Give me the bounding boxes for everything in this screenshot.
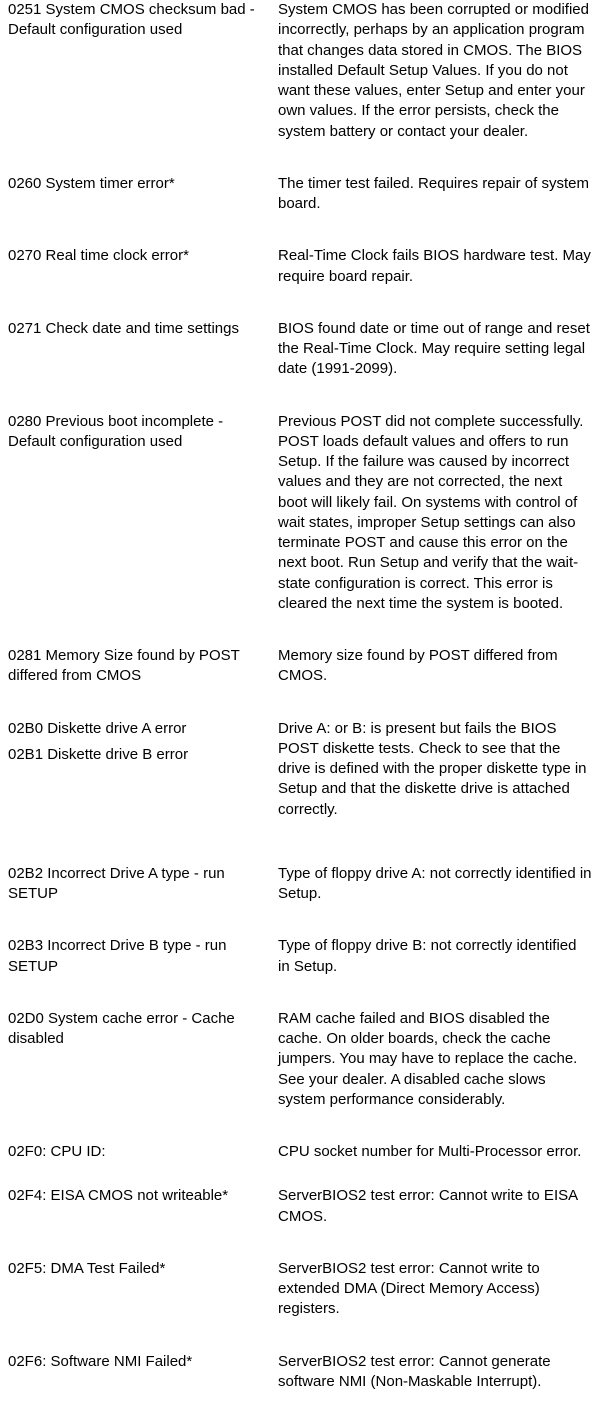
error-desc: RAM cache failed and BIOS disabled the c… bbox=[278, 1009, 592, 1110]
error-code: 02F6: Software NMI Failed* bbox=[8, 1352, 278, 1393]
error-desc: ServerBIOS2 test error: Cannot write to … bbox=[278, 1259, 592, 1320]
error-desc: Real-Time Clock fails BIOS hardware test… bbox=[278, 246, 592, 287]
error-row: 0281 Memory Size found by POST differed … bbox=[8, 646, 592, 687]
error-code: 0260 System timer error* bbox=[8, 174, 278, 215]
error-row: 02B3 Incorrect Drive B type - run SETUP … bbox=[8, 936, 592, 977]
error-code: 02F0: CPU ID: bbox=[8, 1142, 278, 1162]
error-desc: Memory size found by POST differed from … bbox=[278, 646, 592, 687]
error-code: 02D0 System cache error - Cache disabled bbox=[8, 1009, 278, 1110]
error-row: 02B2 Incorrect Drive A type - run SETUP … bbox=[8, 864, 592, 905]
error-code: 02B2 Incorrect Drive A type - run SETUP bbox=[8, 864, 278, 905]
error-row: 02F0: CPU ID: CPU socket number for Mult… bbox=[8, 1142, 592, 1162]
error-code: 0271 Check date and time settings bbox=[8, 319, 278, 380]
error-code: 02F5: DMA Test Failed* bbox=[8, 1259, 278, 1320]
error-desc: ServerBIOS2 test error: Cannot write to … bbox=[278, 1186, 592, 1227]
error-row: 02B0 Diskette drive A error 02B1 Diskett… bbox=[8, 719, 592, 820]
error-row: 0280 Previous boot incomplete - Default … bbox=[8, 412, 592, 615]
error-row: 0260 System timer error* The timer test … bbox=[8, 174, 592, 215]
error-code: 0281 Memory Size found by POST differed … bbox=[8, 646, 278, 687]
error-desc: The timer test failed. Requires repair o… bbox=[278, 174, 592, 215]
error-code: 02F4: EISA CMOS not writeable* bbox=[8, 1186, 278, 1227]
error-code: 02B3 Incorrect Drive B type - run SETUP bbox=[8, 936, 278, 977]
error-code: 02B0 Diskette drive A error bbox=[8, 719, 266, 739]
error-desc: Drive A: or B: is present but fails the … bbox=[278, 719, 592, 820]
error-code: 02B1 Diskette drive B error bbox=[8, 745, 266, 765]
error-code: 0270 Real time clock error* bbox=[8, 246, 278, 287]
error-row: 0271 Check date and time settings BIOS f… bbox=[8, 319, 592, 380]
error-code: 0251 System CMOS checksum bad - Default … bbox=[8, 0, 278, 142]
error-desc: ServerBIOS2 test error: Cannot generate … bbox=[278, 1352, 592, 1393]
error-row: 0270 Real time clock error* Real-Time Cl… bbox=[8, 246, 592, 287]
error-row: 0251 System CMOS checksum bad - Default … bbox=[8, 0, 592, 142]
error-desc: BIOS found date or time out of range and… bbox=[278, 319, 592, 380]
error-code: 0280 Previous boot incomplete - Default … bbox=[8, 412, 278, 615]
error-desc: Type of floppy drive B: not correctly id… bbox=[278, 936, 592, 977]
error-desc: Previous POST did not complete successfu… bbox=[278, 412, 592, 615]
error-desc: CPU socket number for Multi-Processor er… bbox=[278, 1142, 592, 1162]
error-row: 02F5: DMA Test Failed* ServerBIOS2 test … bbox=[8, 1259, 592, 1320]
error-code-group: 02B0 Diskette drive A error 02B1 Diskett… bbox=[8, 719, 278, 820]
error-row: 02F6: Software NMI Failed* ServerBIOS2 t… bbox=[8, 1352, 592, 1393]
error-row: 02D0 System cache error - Cache disabled… bbox=[8, 1009, 592, 1110]
error-desc: System CMOS has been corrupted or modifi… bbox=[278, 0, 592, 142]
error-row: 02F4: EISA CMOS not writeable* ServerBIO… bbox=[8, 1186, 592, 1227]
error-desc: Type of floppy drive A: not correctly id… bbox=[278, 864, 592, 905]
